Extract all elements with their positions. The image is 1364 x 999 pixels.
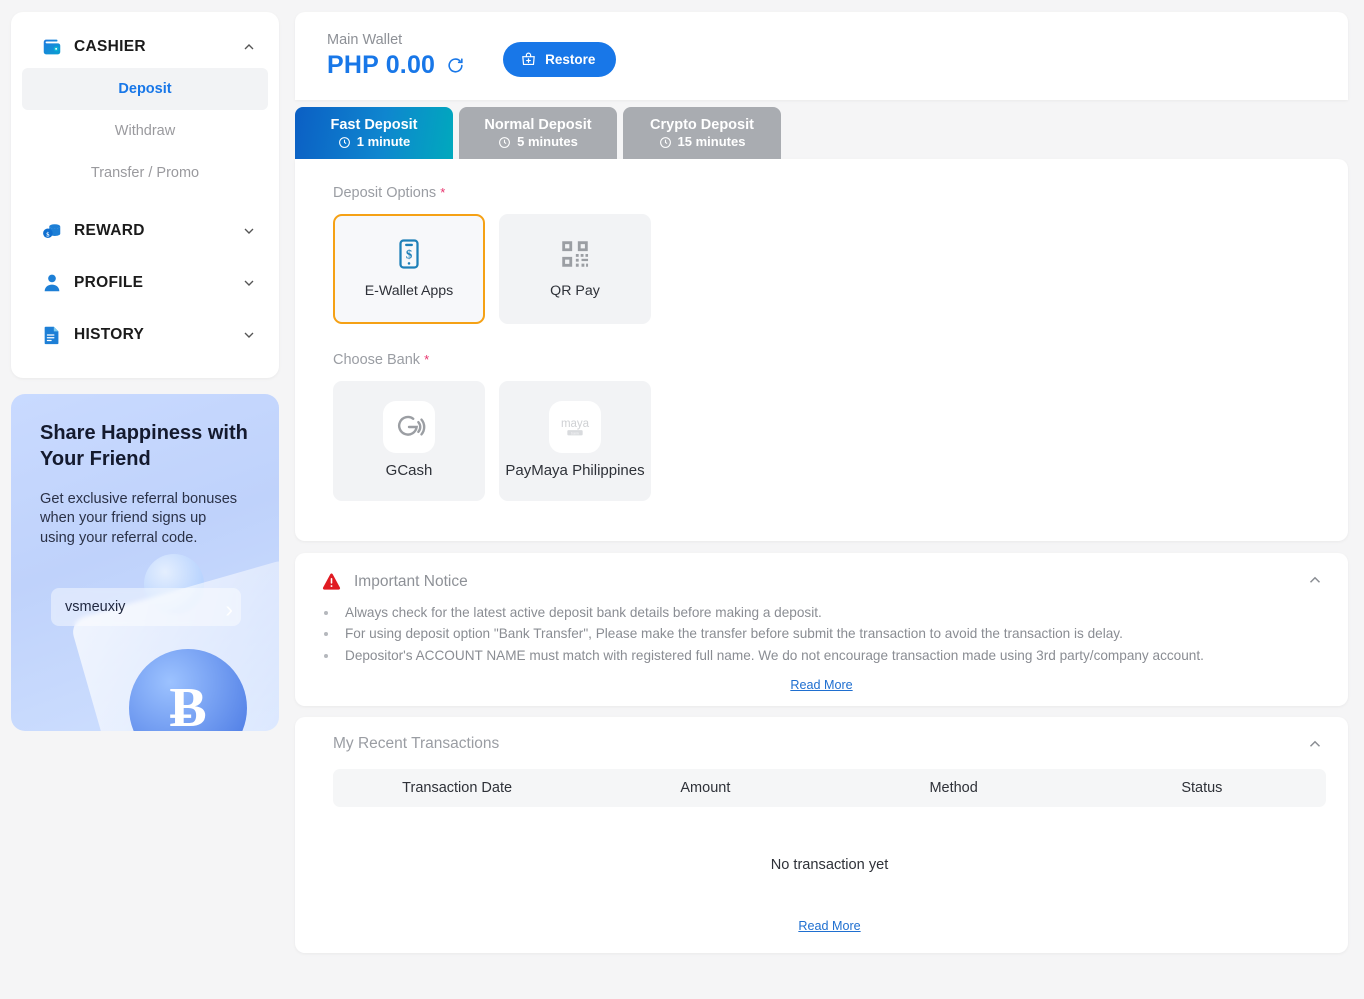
refresh-icon[interactable] — [446, 56, 465, 75]
clock-icon — [659, 136, 671, 148]
bank-options-group: GCash maya bank PayMaya Philippines — [333, 381, 1316, 501]
notice-read-more-link[interactable]: Read More — [321, 678, 1322, 692]
required-mark: * — [424, 352, 430, 367]
promo-body: Get exclusive referral bonuses when your… — [40, 490, 238, 547]
wallet-icon — [41, 36, 63, 58]
transactions-table-header: Transaction Date Amount Method Status — [333, 769, 1326, 808]
tab-label: Crypto Deposit — [650, 116, 754, 133]
sidebar-group-profile[interactable]: PROFILE — [11, 262, 279, 304]
tab-normal-deposit[interactable]: Normal Deposit 5 minutes — [459, 107, 617, 159]
transactions-read-more-link[interactable]: Read More — [333, 919, 1326, 933]
phone-dollar-icon: $ — [399, 239, 419, 270]
notice-list: Always check for the latest active depos… — [339, 602, 1322, 666]
chevron-up-icon — [244, 44, 254, 50]
deposit-option-label: QR Pay — [550, 283, 600, 300]
referral-promo-card[interactable]: Ƀ Share Happiness with Your Friend Get e… — [11, 394, 279, 731]
wallet-label: Main Wallet — [327, 32, 403, 48]
sidebar-group-label: REWARD — [74, 222, 145, 239]
tab-time: 15 minutes — [677, 133, 746, 149]
sidebar-nav-card: CASHIER Deposit Withdraw Transfer / Prom… — [11, 12, 279, 378]
sidebar-group-reward[interactable]: $ REWARD — [11, 210, 279, 252]
bank-option-gcash[interactable]: GCash — [333, 381, 485, 501]
bitcoin-glyph: Ƀ — [169, 677, 207, 731]
svg-text:$: $ — [406, 248, 413, 262]
bitcoin-coin-icon: Ƀ — [129, 649, 247, 731]
transactions-title: My Recent Transactions — [333, 735, 500, 753]
document-icon — [41, 324, 63, 346]
notice-item: Always check for the latest active depos… — [339, 602, 1322, 623]
notice-item: For using deposit option "Bank Transfer"… — [339, 623, 1322, 644]
coins-icon: $ — [41, 220, 63, 242]
column-header-status: Status — [1181, 780, 1223, 797]
gcash-logo — [383, 401, 435, 454]
deposit-form-card: Deposit Options * $ E-Wallet Apps QR Pay… — [295, 159, 1348, 541]
deposit-tabs: Fast Deposit 1 minute Normal Deposit 5 m… — [295, 107, 1348, 159]
sidebar-group-label: PROFILE — [74, 274, 144, 291]
tab-time: 5 minutes — [517, 133, 578, 149]
promo-title: Share Happiness with Your Friend — [40, 422, 248, 471]
deposit-option-e-wallet-apps[interactable]: $ E-Wallet Apps — [333, 214, 485, 324]
sidebar-group-label: HISTORY — [74, 326, 145, 343]
sidebar-item-transfer-promo[interactable]: Transfer / Promo — [11, 152, 279, 194]
column-header-amount: Amount — [680, 780, 731, 797]
transactions-empty-state: No transaction yet — [770, 857, 889, 874]
required-mark: * — [440, 185, 446, 200]
restore-bag-icon — [522, 52, 535, 66]
bank-option-paymaya[interactable]: maya bank PayMaya Philippines — [499, 381, 651, 501]
chevron-down-icon — [244, 332, 254, 338]
wallet-header: Main Wallet PHP 0.00 Restore — [295, 12, 1348, 100]
wallet-amount: PHP 0.00 — [327, 51, 436, 79]
referral-code-field[interactable]: vsmeuxiy — [51, 588, 241, 626]
deposit-option-label: E-Wallet Apps — [364, 283, 454, 300]
restore-button-label: Restore — [545, 52, 596, 67]
qr-code-icon — [562, 241, 589, 268]
sidebar-group-history[interactable]: HISTORY — [11, 314, 279, 356]
column-header-transaction-date: Transaction Date — [402, 780, 513, 797]
person-icon — [41, 272, 63, 294]
bank-option-label: GCash — [385, 462, 433, 480]
sidebar: CASHIER Deposit Withdraw Transfer / Prom… — [0, 0, 290, 999]
restore-button[interactable]: Restore — [503, 42, 617, 77]
warning-triangle-icon — [322, 573, 341, 590]
clock-icon — [499, 136, 511, 148]
notice-title: Important Notice — [354, 572, 468, 590]
tab-label: Normal Deposit — [484, 116, 592, 133]
tab-time: 1 minute — [356, 133, 411, 149]
svg-text:maya: maya — [561, 418, 590, 430]
notice-collapse-chevron-up-icon[interactable] — [1306, 571, 1324, 589]
svg-text:bank: bank — [571, 432, 579, 436]
sidebar-item-deposit[interactable]: Deposit — [22, 68, 268, 110]
deposit-options-group: $ E-Wallet Apps QR Pay — [333, 214, 1316, 324]
chevron-right-icon[interactable]: › — [225, 596, 233, 623]
sidebar-group-cashier[interactable]: CASHIER — [11, 26, 279, 68]
sidebar-group-label: CASHIER — [74, 38, 146, 55]
notice-item: Depositor's ACCOUNT NAME must match with… — [339, 645, 1322, 666]
paymaya-logo: maya bank — [549, 401, 601, 454]
column-header-method: Method — [929, 780, 978, 797]
tab-label: Fast Deposit — [330, 116, 418, 133]
bank-option-label: PayMaya Philippines — [505, 462, 645, 480]
deposit-option-qr-pay[interactable]: QR Pay — [499, 214, 651, 324]
choose-bank-label: Choose Bank * — [333, 352, 1316, 368]
deposit-options-label: Deposit Options * — [333, 185, 1316, 201]
wallet-balance-block: Main Wallet PHP 0.00 — [327, 32, 465, 80]
app-root: CASHIER Deposit Withdraw Transfer / Prom… — [0, 0, 1364, 999]
label-text: Choose Bank — [333, 352, 421, 368]
recent-transactions-card: My Recent Transactions Transaction Date … — [295, 717, 1348, 954]
transactions-collapse-chevron-up-icon[interactable] — [1306, 735, 1324, 753]
important-notice-card: Important Notice Always check for the la… — [295, 553, 1348, 707]
tab-fast-deposit[interactable]: Fast Deposit 1 minute — [295, 107, 453, 159]
chevron-down-icon — [244, 228, 254, 234]
chevron-down-icon — [244, 280, 254, 286]
sidebar-item-withdraw[interactable]: Withdraw — [11, 110, 279, 152]
label-text: Deposit Options — [333, 185, 437, 201]
clock-icon — [338, 136, 350, 148]
main-content: Main Wallet PHP 0.00 Restore Fast Deposi… — [290, 0, 1364, 999]
tab-crypto-deposit[interactable]: Crypto Deposit 15 minutes — [623, 107, 781, 159]
